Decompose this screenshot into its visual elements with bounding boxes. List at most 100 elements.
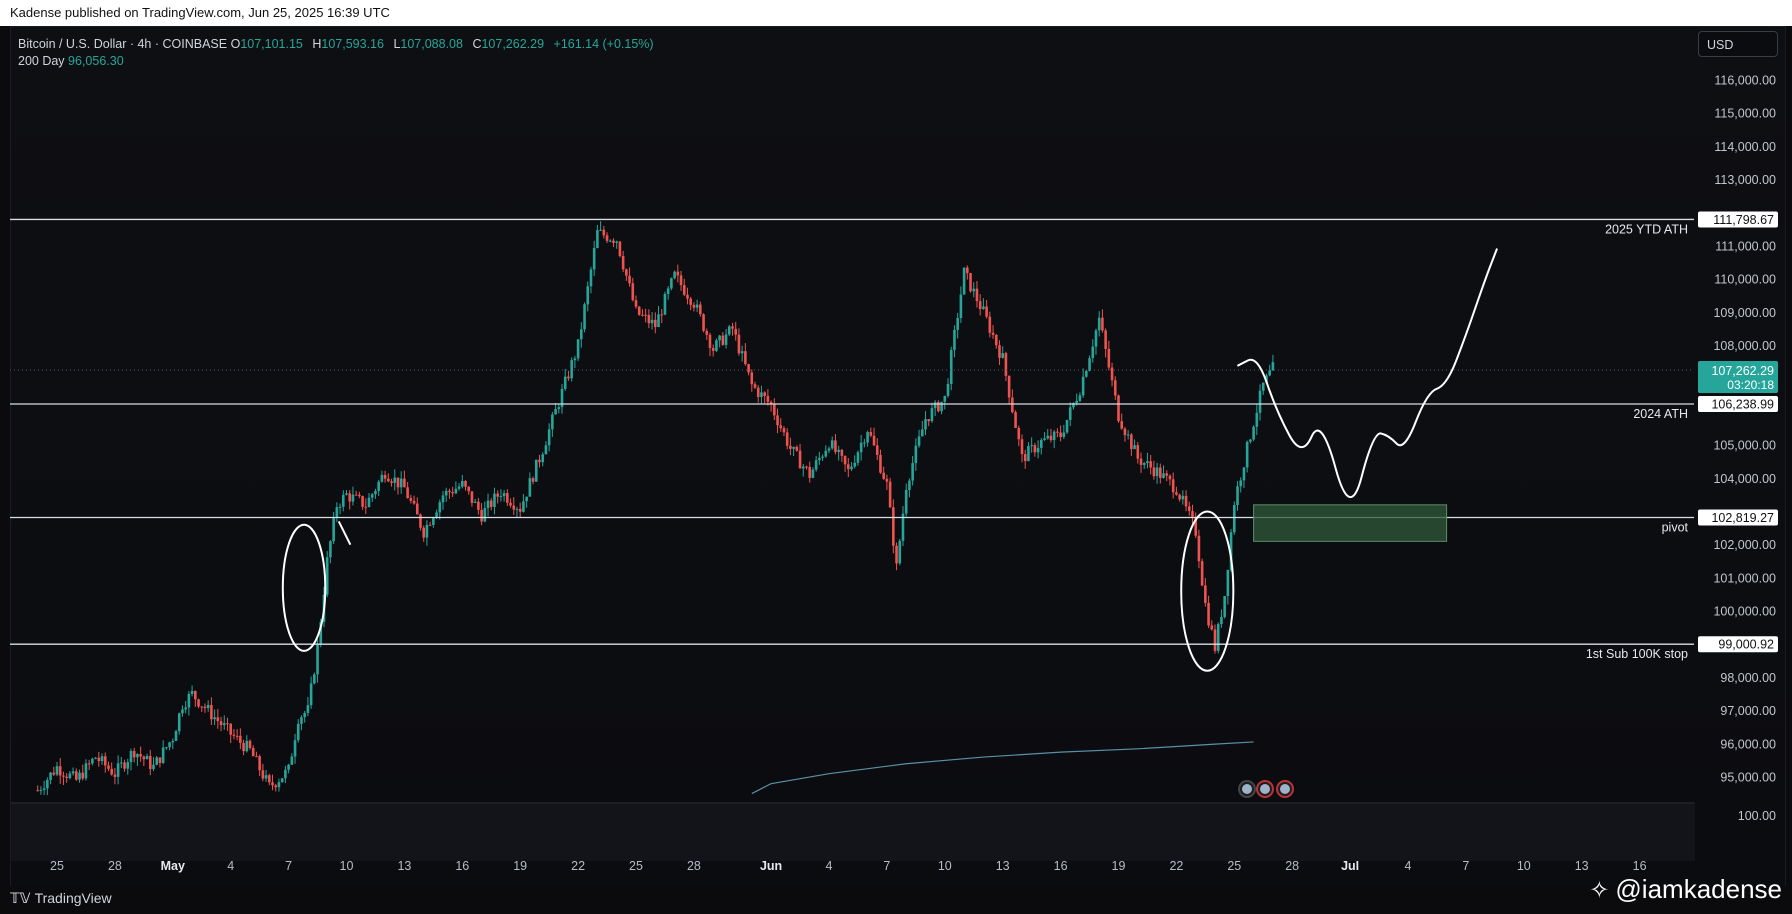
candle-body [670,278,673,289]
candle-body [895,545,898,564]
candle-body [814,460,818,470]
level-price-label: 99,000.92 [1718,638,1774,652]
candle-body [393,477,397,483]
candle-body [370,494,374,498]
candle-body [1088,358,1091,371]
candle-body [872,435,876,446]
candle-body [380,474,384,482]
ma-value: 96,056.30 [68,54,124,68]
candle-body [300,717,303,724]
candle-body [978,301,982,310]
candle-body [110,768,113,775]
candle-body [1213,629,1217,651]
candle-body [136,754,139,758]
candle-body [1181,495,1185,500]
candle-body [309,683,313,706]
candle-body [213,717,216,720]
candle-body [695,304,699,308]
currency-button[interactable]: USD [1698,31,1778,57]
candle-body [625,269,628,276]
candle-body [740,351,744,354]
candle-body [605,235,609,241]
candle-body [1187,506,1191,512]
x-tick-label: 13 [397,859,411,873]
candle-body [853,462,857,467]
candle-body [589,269,593,287]
candle-body [36,790,39,792]
level-price-label: 111,798.67 [1713,213,1774,227]
candle-body [177,713,181,732]
level-name-label: pivot [1662,520,1689,534]
candle-body [52,772,56,775]
candle-body [824,450,828,457]
candle-body [689,298,692,305]
price-chart[interactable]: 111,798.67 2025 YTD ATH 106,238.99 2024 ATH… [0,0,1792,914]
candle-body [1101,317,1104,331]
candle-body [1110,367,1114,381]
candle-body [187,694,191,708]
candle-body [863,442,866,444]
candle-body [811,469,815,478]
candle-body [419,514,422,528]
candle-body [773,404,776,416]
demand-zone-box[interactable] [1253,504,1448,542]
high-value: 107,593.16 [321,37,384,51]
candle-body [1023,454,1027,462]
candle-body [650,319,654,324]
candle-body [264,775,268,779]
candle-body [808,466,811,478]
candle-body [232,734,236,736]
ma-label[interactable]: 200 Day [18,54,65,68]
candle-body [1033,445,1037,453]
candle-body [206,704,210,709]
candle-body [892,507,895,546]
candle-body [1197,535,1201,562]
circle-annotation[interactable] [1180,510,1235,672]
candle-body [1171,479,1175,493]
candle-body [415,503,419,515]
open-label: O [230,37,241,51]
candle-body [158,757,162,763]
candle-body [148,755,152,770]
candle-body [914,445,918,464]
candle-body [268,775,271,783]
level-price-label: 106,238.99 [1711,397,1774,411]
candle-body [161,747,165,763]
candle-body [657,314,660,328]
event-flag-inner [1280,784,1290,794]
candle-body [451,492,454,494]
tradingview-logo[interactable]: 𝕋𝕍 TradingView [10,890,112,907]
candle-body [927,419,931,422]
x-tick-label: 25 [629,859,643,873]
candle-body [1133,445,1136,450]
candle-body [1249,439,1252,442]
candle-body [428,524,432,526]
candle-body [985,306,988,317]
candle-body [506,493,509,503]
candle-body [959,294,963,318]
level-price-label: 102,819.27 [1711,511,1774,525]
candle-body [554,409,557,415]
candle-body [1142,463,1146,465]
candle-body [1068,407,1072,420]
candle-body [181,709,184,714]
event-flag-inner [1260,784,1270,794]
y-tick-label: 96,000.00 [1720,737,1776,751]
candle-body [296,723,300,741]
candle-body [885,478,889,482]
candle-body [1162,473,1165,478]
candle-body [699,304,702,315]
symbol-label[interactable]: Bitcoin / U.S. Dollar · 4h · COINBASE [18,37,227,51]
circle-annotation[interactable] [281,523,327,652]
candle-body [702,314,705,331]
candle-body [255,756,258,758]
y-tick-label: 104,000.00 [1713,472,1776,486]
candle-body [1175,492,1178,495]
candle-body [805,466,808,468]
candle-body [930,408,934,422]
close-value: 107,262.29 [481,37,545,51]
candle-body [251,747,255,757]
projection-drawing[interactable] [1237,248,1498,499]
candle-body [49,772,52,780]
x-tick-label: 25 [50,859,64,873]
